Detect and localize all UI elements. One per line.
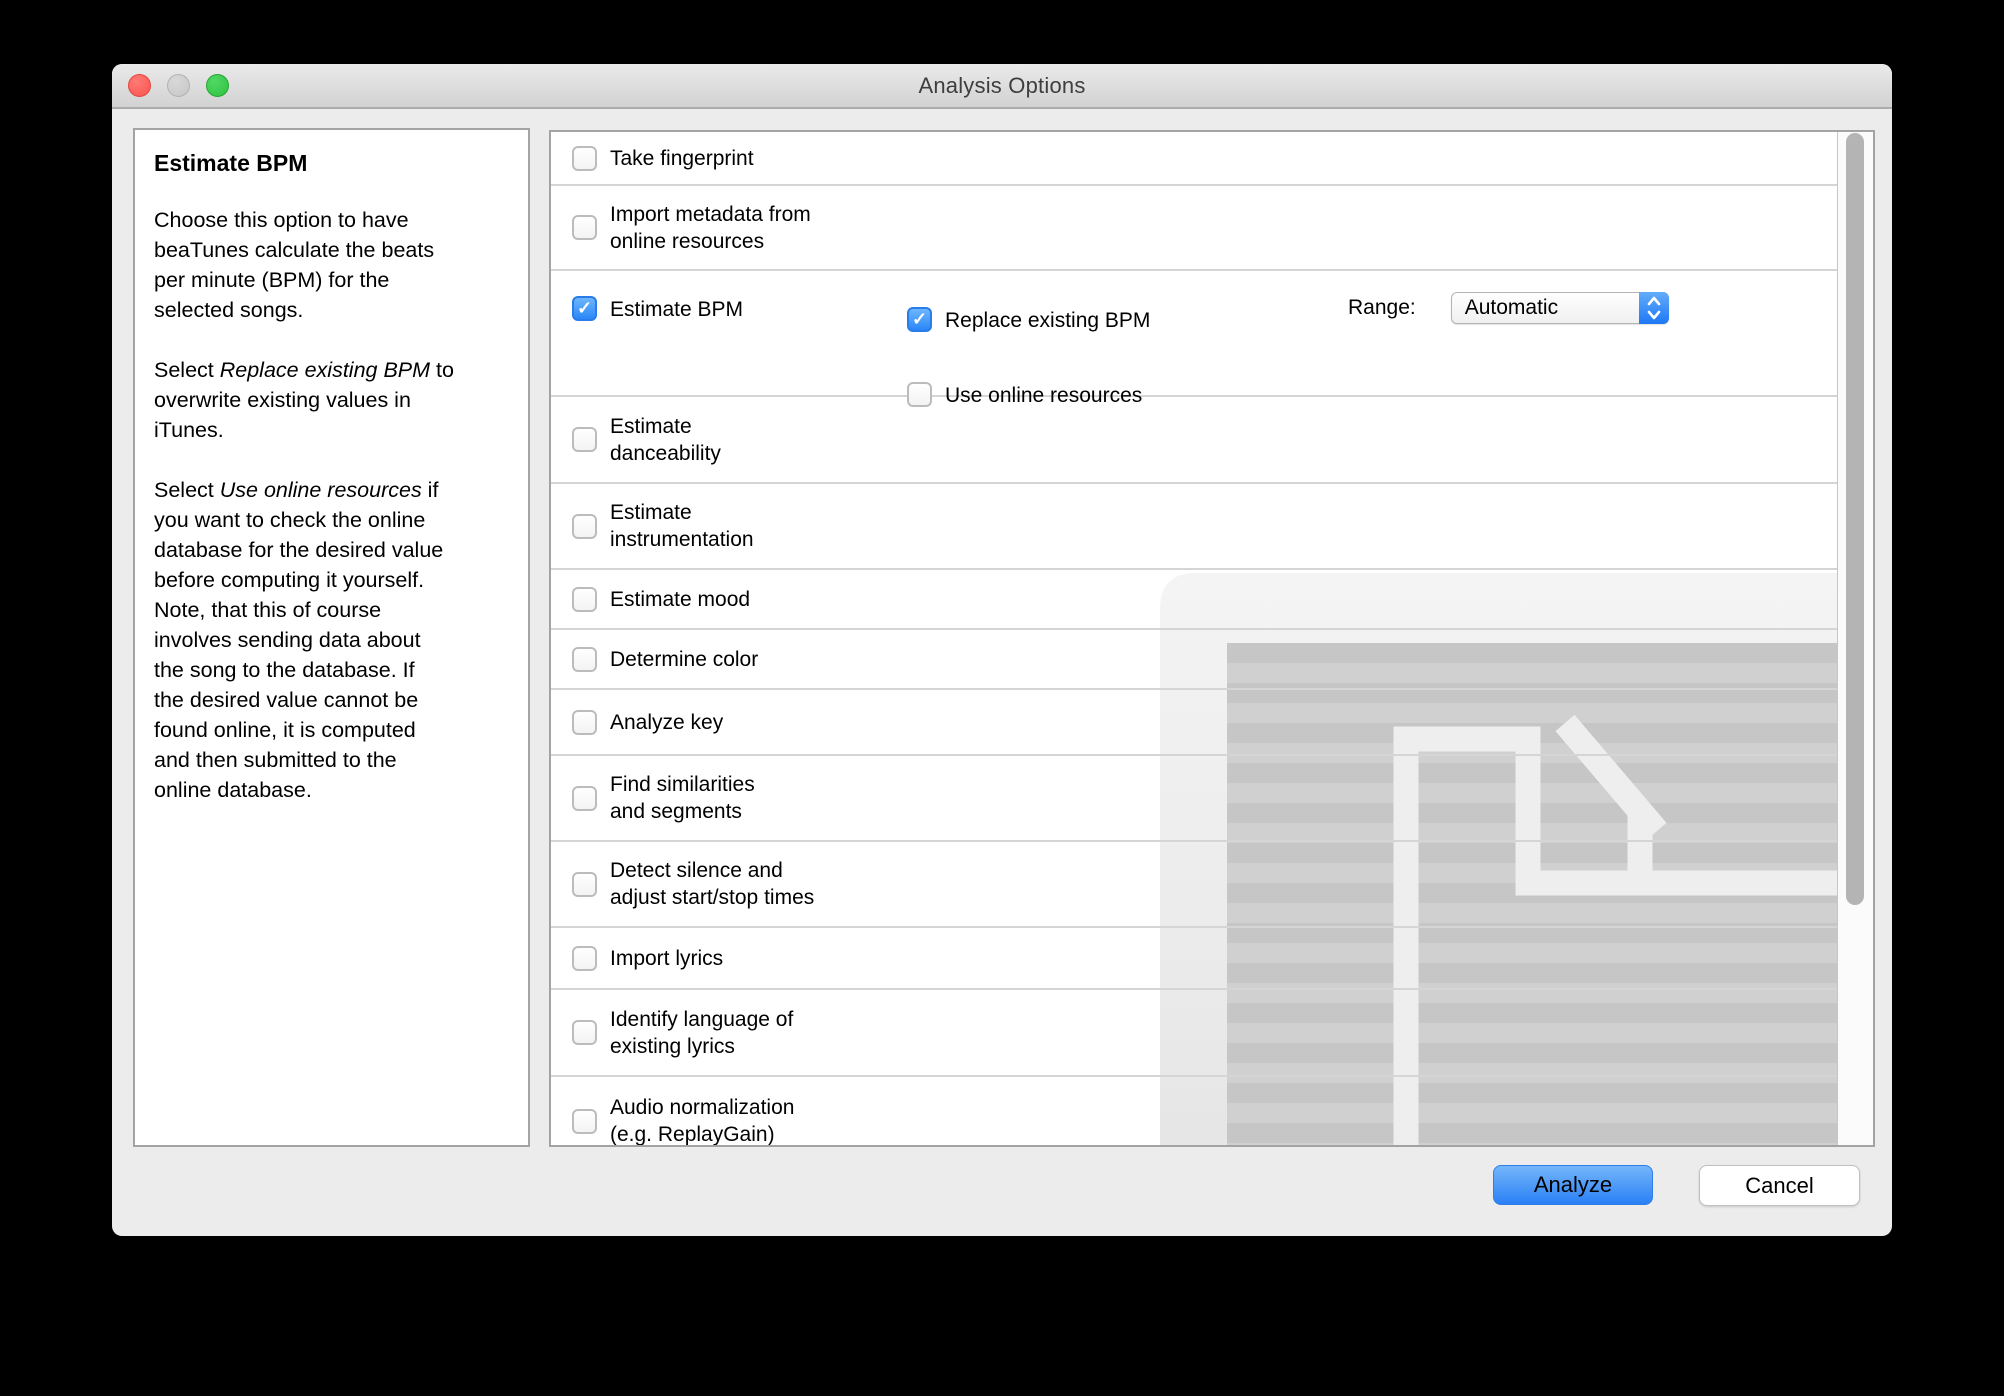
options-viewport: ✓ Take fingerprint ✓ Import metadata fromon… [551, 132, 1837, 1145]
window-title: Analysis Options [112, 64, 1892, 107]
scrollbar-track[interactable] [1837, 132, 1873, 1145]
option-row-find-similarities: ✓ Find similaritiesand segments [551, 756, 1837, 842]
determine-color-checkbox[interactable]: ✓ [572, 647, 597, 672]
audio-normalization-label: Audio normalization(e.g. ReplayGain) [610, 1094, 794, 1145]
screen: Analysis Options Estimate BPM Choose thi… [0, 0, 2004, 1396]
help-panel: Estimate BPM Choose this option to have … [133, 128, 530, 1147]
identify-language-label: Identify language ofexisting lyrics [610, 1006, 793, 1060]
import-lyrics-label: Import lyrics [610, 945, 723, 972]
help-text-emphasis: Replace existing BPM [220, 358, 430, 382]
up-down-chevrons-icon [1639, 292, 1669, 324]
option-row-take-fingerprint: ✓ Take fingerprint [551, 132, 1837, 186]
option-row-detect-silence: ✓ Detect silence andadjust start/stop tim… [551, 842, 1837, 928]
estimate-instrumentation-checkbox[interactable]: ✓ [572, 514, 597, 539]
range-selected-value: Automatic [1452, 296, 1639, 320]
help-text-emphasis: Use online resources [220, 478, 422, 502]
estimate-bpm-label: Estimate BPM [610, 296, 743, 323]
cancel-button[interactable]: Cancel [1699, 1165, 1860, 1206]
suboption-replace-existing-bpm: ✓ Replace existing BPM [907, 307, 1348, 334]
help-text: Choose this option to have beaTunes calc… [154, 205, 510, 805]
range-select[interactable]: Automatic [1451, 292, 1669, 324]
replace-existing-bpm-label: Replace existing BPM [945, 307, 1150, 334]
import-metadata-checkbox[interactable]: ✓ [572, 215, 597, 240]
checkmark-icon: ✓ [912, 310, 927, 328]
bpm-range-group: Range: Automatic [1348, 292, 1669, 324]
detect-silence-checkbox[interactable]: ✓ [572, 872, 597, 897]
estimate-danceability-label: Estimatedanceability [610, 413, 721, 467]
help-heading: Estimate BPM [154, 150, 510, 177]
find-similarities-checkbox[interactable]: ✓ [572, 786, 597, 811]
estimate-instrumentation-label: Estimateinstrumentation [610, 499, 754, 553]
help-paragraph: Choose this option to have beaTunes calc… [154, 205, 499, 325]
import-metadata-label: Import metadata fromonline resources [610, 201, 811, 255]
option-row-identify-language: ✓ Identify language ofexisting lyrics [551, 990, 1837, 1077]
help-paragraph: Select Use online resources if you want … [154, 475, 499, 805]
option-row-import-metadata: ✓ Import metadata fromonline resources [551, 186, 1837, 271]
analysis-options-dialog: Analysis Options Estimate BPM Choose thi… [112, 64, 1892, 1236]
detect-silence-label: Detect silence andadjust start/stop time… [610, 857, 814, 911]
option-row-estimate-mood: ✓ Estimate mood [551, 570, 1837, 630]
options-list-panel: ✓ Take fingerprint ✓ Import metadata fromon… [549, 130, 1875, 1147]
find-similarities-label: Find similaritiesand segments [610, 771, 755, 825]
analyze-key-checkbox[interactable]: ✓ [572, 710, 597, 735]
replace-existing-bpm-checkbox[interactable]: ✓ [907, 307, 932, 332]
help-text-run: if you want to check the online database… [154, 478, 443, 802]
take-fingerprint-label: Take fingerprint [610, 145, 754, 172]
option-row-estimate-danceability: ✓ Estimatedanceability [551, 397, 1837, 484]
estimate-mood-label: Estimate mood [610, 586, 750, 613]
checkmark-icon: ✓ [577, 299, 592, 317]
import-lyrics-checkbox[interactable]: ✓ [572, 946, 597, 971]
scrollbar-thumb[interactable] [1846, 133, 1864, 905]
option-row-analyze-key: ✓ Analyze key [551, 690, 1837, 756]
determine-color-label: Determine color [610, 646, 758, 673]
help-text-run: Choose this option to have beaTunes calc… [154, 208, 434, 322]
estimate-bpm-main: ✓ Estimate BPM [572, 296, 907, 323]
estimate-mood-checkbox[interactable]: ✓ [572, 587, 597, 612]
option-row-import-lyrics: ✓ Import lyrics [551, 928, 1837, 990]
analyze-key-label: Analyze key [610, 709, 723, 736]
take-fingerprint-checkbox[interactable]: ✓ [572, 146, 597, 171]
option-row-estimate-instrumentation: ✓ Estimateinstrumentation [551, 484, 1837, 570]
estimate-danceability-checkbox[interactable]: ✓ [572, 427, 597, 452]
option-row-determine-color: ✓ Determine color [551, 630, 1837, 690]
help-text-run: Select [154, 358, 220, 382]
estimate-bpm-suboptions: ✓Replace existing BPM✓Use online resourc… [907, 307, 1348, 409]
help-text-run: Select [154, 478, 220, 502]
audio-normalization-checkbox[interactable]: ✓ [572, 1109, 597, 1134]
option-row-audio-normalization: ✓ Audio normalization(e.g. ReplayGain) [551, 1077, 1837, 1145]
range-label: Range: [1348, 296, 1416, 320]
option-row-estimate-bpm: ✓Estimate BPM✓Replace existing BPM✓Use o… [551, 271, 1837, 397]
help-paragraph: Select Replace existing BPM to overwrite… [154, 355, 499, 445]
estimate-bpm-checkbox[interactable]: ✓ [572, 296, 597, 321]
identify-language-checkbox[interactable]: ✓ [572, 1020, 597, 1045]
analyze-button[interactable]: Analyze [1493, 1165, 1653, 1205]
title-bar[interactable]: Analysis Options [112, 64, 1892, 109]
